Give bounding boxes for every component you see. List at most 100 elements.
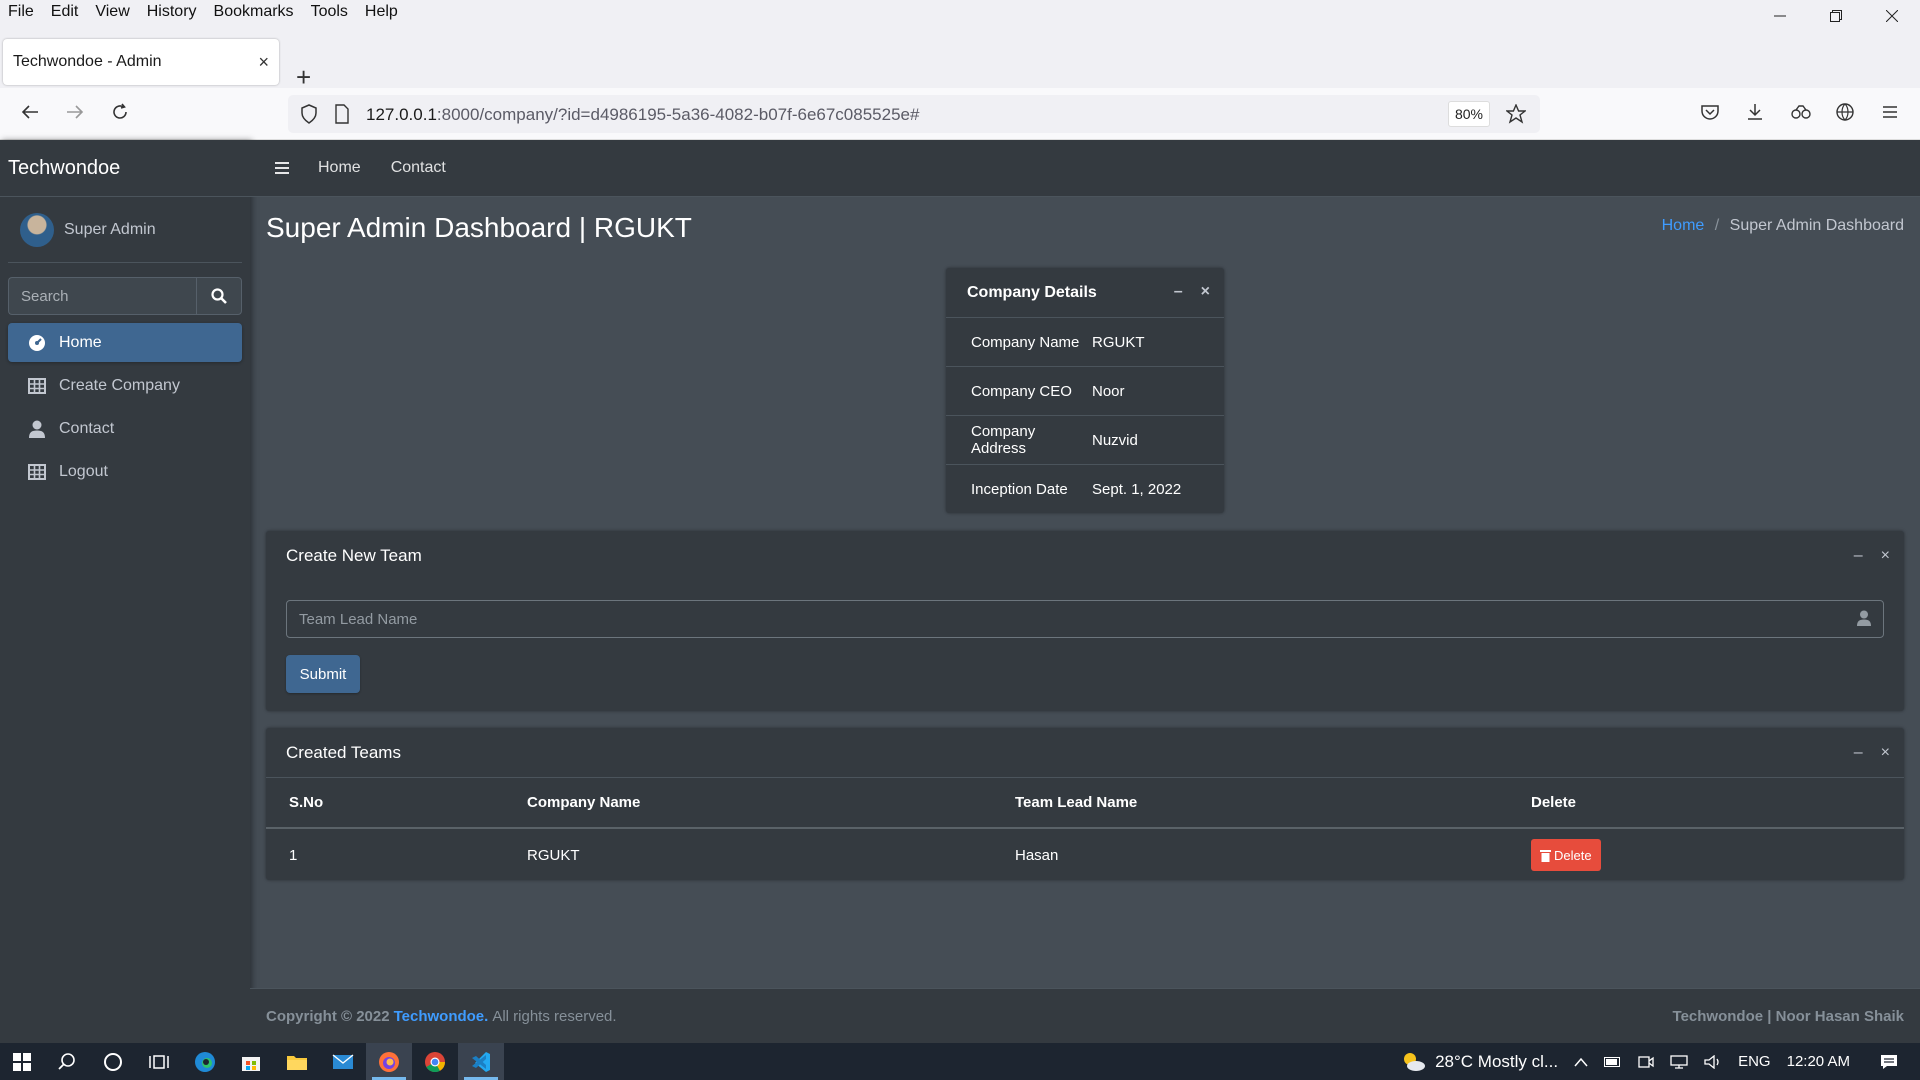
table-row: 1 RGUKT Hasan Delete [266,828,1904,881]
sidebar-item-create-company[interactable]: Create Company [8,366,242,405]
column-header: Team Lead Name [992,778,1508,829]
cell-company: RGUKT [527,846,580,864]
card-header: Create New Team – × [266,531,1904,581]
task-view-icon[interactable] [136,1043,182,1080]
clock[interactable]: 12:20 AM [1787,1053,1850,1070]
weather-icon[interactable] [1401,1051,1427,1073]
cell-action: Delete [1508,828,1904,881]
new-tab-icon[interactable]: + [296,64,311,90]
globe-icon[interactable] [1835,102,1855,122]
brand-link[interactable]: Techwondoe [0,140,250,197]
topnav-contact-link[interactable]: Contact [391,159,446,177]
forward-arrow-icon[interactable] [65,102,85,122]
menu-tools[interactable]: Tools [311,3,348,21]
close-icon[interactable]: × [1881,744,1890,762]
footer-brand-link[interactable]: Techwondoe. [394,1008,489,1025]
detail-key: Company Name [971,333,1080,351]
hamburger-menu-icon[interactable] [1880,102,1900,122]
detail-row: Company Address Nuzvid [946,416,1224,465]
store-icon[interactable] [228,1043,274,1080]
user-icon [27,420,47,438]
meet-now-icon[interactable] [1638,1055,1654,1069]
table-icon [27,377,47,394]
shield-icon[interactable] [300,104,318,124]
collapse-icon[interactable]: – [1854,744,1863,762]
user-icon [1857,610,1871,626]
firefox-icon[interactable] [366,1043,412,1080]
cortana-icon[interactable] [90,1043,136,1080]
sidebar-item-logout[interactable]: Logout [8,452,242,491]
breadcrumb: Home / Super Admin Dashboard [1662,217,1904,235]
notifications-icon[interactable] [1880,1054,1898,1070]
card-header: Created Teams – × [266,728,1904,778]
menu-history[interactable]: History [147,3,197,21]
chrome-icon[interactable] [412,1043,458,1080]
mail-icon[interactable] [320,1043,366,1080]
browser-menubar: File Edit View History Bookmarks Tools H… [0,0,1920,24]
pushmenu-icon[interactable] [274,161,290,175]
close-icon[interactable]: × [1881,547,1890,565]
menu-bookmarks[interactable]: Bookmarks [214,3,294,21]
url-bar[interactable]: 127.0.0.1:8000/company/?id=d4986195-5a36… [288,95,1540,133]
footer-credit: Techwondoe | Noor Hasan Shaik [1672,1007,1904,1025]
vscode-icon[interactable] [458,1043,504,1080]
taskbar-search-icon[interactable] [44,1043,90,1080]
company-details-card: Company Details – × Company Name RGUKT Co… [946,268,1224,513]
menu-help[interactable]: Help [365,3,398,21]
submit-button[interactable]: Submit [286,655,360,693]
card-tools: – × [1836,547,1890,565]
cell-team-lead: Hasan [1015,846,1059,864]
column-header: Delete [1508,778,1904,829]
table-icon [27,463,47,480]
close-tab-icon[interactable]: × [258,52,269,73]
detail-value: RGUKT [1092,333,1145,351]
edge-icon[interactable] [182,1043,228,1080]
detail-row: Inception Date Sept. 1, 2022 [946,465,1224,514]
sidebar-item-contact[interactable]: Contact [8,409,242,448]
pocket-icon[interactable] [1700,102,1720,122]
topnav-home-link[interactable]: Home [318,159,361,177]
network-icon[interactable] [1670,1054,1688,1069]
language-indicator[interactable]: ENG [1738,1053,1771,1070]
breadcrumb-home-link[interactable]: Home [1662,217,1705,234]
delete-button[interactable]: Delete [1531,839,1601,871]
battery-icon[interactable] [1604,1056,1622,1068]
system-tray: 28°C Mostly cl... ENG 12:20 AM [1401,1043,1920,1080]
user-panel[interactable]: Super Admin [8,197,242,263]
team-lead-name-input[interactable]: Team Lead Name [286,600,1884,638]
weather-text[interactable]: 28°C Mostly cl... [1435,1052,1558,1072]
menu-file[interactable]: File [8,3,34,21]
menu-edit[interactable]: Edit [51,3,79,21]
collapse-icon[interactable]: – [1174,283,1183,301]
file-explorer-icon[interactable] [274,1043,320,1080]
card-title: Create New Team [286,546,422,565]
search-icon [211,288,227,304]
search-input[interactable]: Search [8,277,196,315]
user-name[interactable]: Super Admin [64,221,156,239]
sidebar: Techwondoe Super Admin Search Home Creat… [0,140,250,1043]
card-title: Created Teams [286,742,401,762]
menu-view[interactable]: View [95,3,129,21]
sidebar-item-label: Logout [59,462,108,480]
bookmark-star-icon[interactable] [1506,104,1526,124]
chevron-up-icon[interactable] [1574,1057,1588,1067]
sidebar-item-home[interactable]: Home [8,323,242,362]
windows-start-icon[interactable] [0,1043,44,1080]
card-title: Company Details [967,283,1097,301]
back-arrow-icon[interactable] [20,102,40,122]
teams-table: S.No Company Name Team Lead Name Delete … [266,778,1904,881]
collapse-icon[interactable]: – [1854,547,1863,565]
extension-icon[interactable] [1790,102,1812,122]
download-icon[interactable] [1745,102,1765,122]
volume-icon[interactable] [1704,1054,1722,1069]
search-button[interactable] [196,277,242,315]
detail-value: Sept. 1, 2022 [1092,481,1182,498]
top-navbar: Home Contact [250,140,1920,197]
card-tools: – × [1156,283,1210,301]
detail-row: Company CEO Noor [946,367,1224,416]
reload-icon[interactable] [110,102,130,122]
footer-copyright: Copyright © 2022 [266,1007,390,1025]
close-icon[interactable]: × [1201,283,1210,301]
browser-tab[interactable]: Techwondoe - Admin × [3,39,279,85]
zoom-level-badge[interactable]: 80% [1447,101,1490,127]
